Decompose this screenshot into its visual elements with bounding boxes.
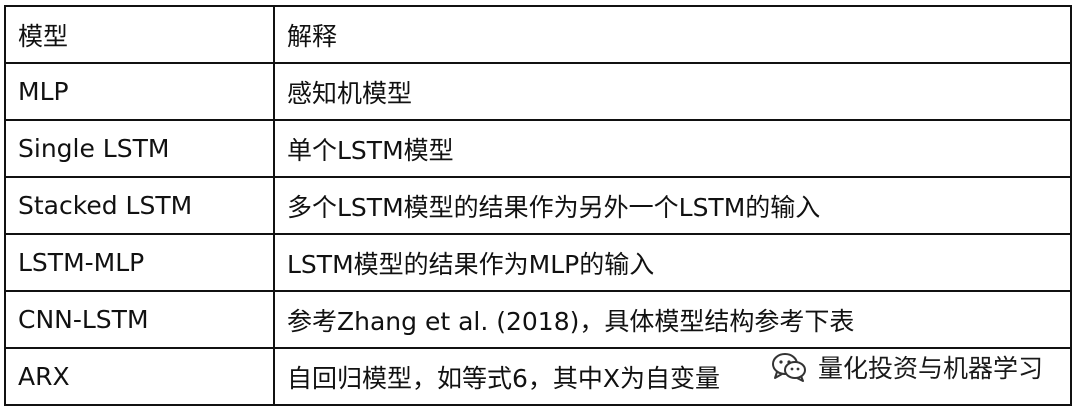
wechat-watermark: 量化投资与机器学习 bbox=[770, 350, 1050, 384]
table-row: Single LSTM 单个LSTM模型 bbox=[4, 119, 1072, 178]
watermark-text: 量化投资与机器学习 bbox=[818, 354, 1044, 383]
model-name-cell: LSTM-MLP bbox=[4, 233, 275, 292]
model-name-cell: CNN-LSTM bbox=[4, 290, 275, 349]
header-explanation: 解释 bbox=[273, 5, 1072, 64]
model-table-container: 模型 解释 MLP 感知机模型 Single LSTM 单个LSTM模型 Sta… bbox=[4, 5, 1072, 406]
model-explanation-cell: LSTM模型的结果作为MLP的输入 bbox=[273, 233, 1072, 292]
table-row: CNN-LSTM 参考Zhang et al. (2018)，具体模型结构参考下… bbox=[4, 290, 1072, 349]
model-name-cell: MLP bbox=[4, 62, 275, 121]
model-name-cell: Single LSTM bbox=[4, 119, 275, 178]
table-row: Stacked LSTM 多个LSTM模型的结果作为另外一个LSTM的输入 bbox=[4, 176, 1072, 235]
table-header-row: 模型 解释 bbox=[4, 5, 1072, 64]
model-explanation-cell: 多个LSTM模型的结果作为另外一个LSTM的输入 bbox=[273, 176, 1072, 235]
model-explanation-cell: 参考Zhang et al. (2018)，具体模型结构参考下表 bbox=[273, 290, 1072, 349]
model-name-cell: Stacked LSTM bbox=[4, 176, 275, 235]
model-explanation-cell: 单个LSTM模型 bbox=[273, 119, 1072, 178]
header-model: 模型 bbox=[4, 5, 275, 64]
model-explanation-cell: 感知机模型 bbox=[273, 62, 1072, 121]
model-table: 模型 解释 MLP 感知机模型 Single LSTM 单个LSTM模型 Sta… bbox=[4, 5, 1072, 406]
model-name-cell: ARX bbox=[4, 347, 275, 406]
table-row: MLP 感知机模型 bbox=[4, 62, 1072, 121]
wechat-icon bbox=[770, 351, 808, 383]
table-row: LSTM-MLP LSTM模型的结果作为MLP的输入 bbox=[4, 233, 1072, 292]
